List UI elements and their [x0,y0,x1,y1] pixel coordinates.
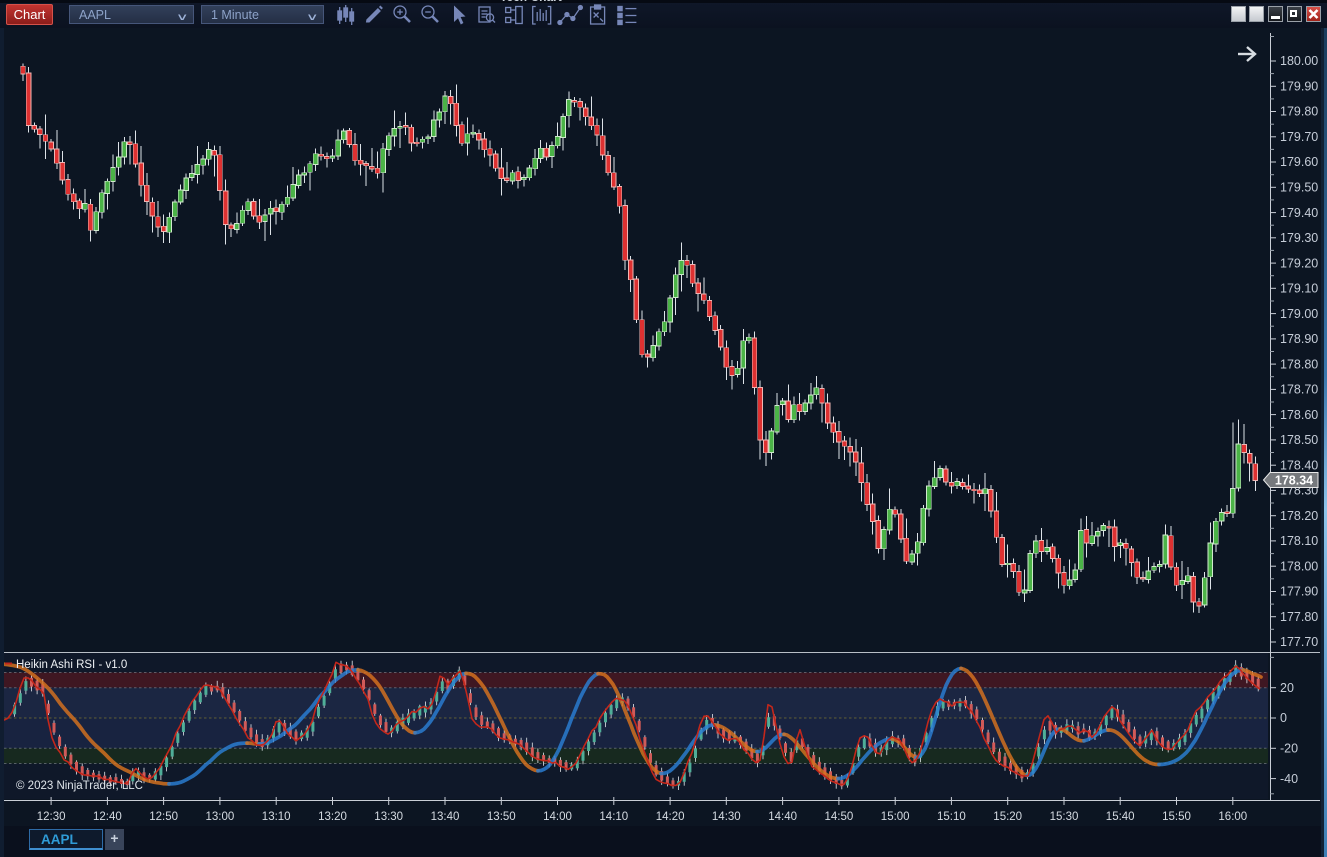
svg-text:179.00: 179.00 [1280,307,1318,321]
svg-text:15:40: 15:40 [1106,811,1135,823]
svg-text:13:30: 13:30 [374,811,403,823]
svg-text:178.20: 178.20 [1280,509,1318,523]
svg-text:179.10: 179.10 [1280,282,1318,296]
svg-text:13:10: 13:10 [262,811,291,823]
svg-text:12:30: 12:30 [37,811,66,823]
svg-text:15:00: 15:00 [881,811,910,823]
svg-text:20: 20 [1280,681,1294,695]
svg-text:179.90: 179.90 [1280,80,1318,94]
svg-text:15:50: 15:50 [1162,811,1191,823]
svg-text:178.70: 178.70 [1280,383,1318,397]
svg-text:-20: -20 [1280,742,1298,756]
svg-text:179.60: 179.60 [1280,155,1318,169]
svg-text:177.70: 177.70 [1280,635,1318,649]
svg-text:13:40: 13:40 [431,811,460,823]
svg-text:179.50: 179.50 [1280,181,1318,195]
svg-text:© 2023 NinjaTrader, LLC: © 2023 NinjaTrader, LLC [16,780,143,792]
svg-text:178.00: 178.00 [1280,559,1318,573]
svg-text:15:20: 15:20 [993,811,1022,823]
svg-text:-40: -40 [1280,772,1298,786]
svg-text:179.20: 179.20 [1280,256,1318,270]
svg-text:16:00: 16:00 [1218,811,1247,823]
svg-text:178.80: 178.80 [1280,357,1318,371]
svg-text:178.60: 178.60 [1280,408,1318,422]
svg-text:179.80: 179.80 [1280,105,1318,119]
svg-text:179.70: 179.70 [1280,130,1318,144]
svg-text:178.10: 178.10 [1280,534,1318,548]
svg-text:14:10: 14:10 [599,811,628,823]
svg-text:0: 0 [1280,711,1287,725]
svg-text:14:00: 14:00 [543,811,572,823]
svg-text:178.40: 178.40 [1280,458,1318,472]
svg-text:13:50: 13:50 [487,811,516,823]
svg-text:Heikin Ashi RSI - v1.0: Heikin Ashi RSI - v1.0 [16,659,127,671]
svg-text:14:30: 14:30 [712,811,741,823]
svg-text:13:20: 13:20 [318,811,347,823]
svg-text:12:40: 12:40 [93,811,122,823]
svg-text:13:00: 13:00 [206,811,235,823]
svg-text:180.00: 180.00 [1280,54,1318,68]
svg-text:15:30: 15:30 [1050,811,1079,823]
svg-text:178.34: 178.34 [1275,474,1313,488]
svg-text:178.90: 178.90 [1280,332,1318,346]
svg-text:178.50: 178.50 [1280,433,1318,447]
svg-text:14:40: 14:40 [768,811,797,823]
svg-text:177.90: 177.90 [1280,585,1318,599]
svg-text:14:20: 14:20 [656,811,685,823]
svg-text:179.40: 179.40 [1280,206,1318,220]
svg-text:12:50: 12:50 [149,811,178,823]
svg-text:15:10: 15:10 [937,811,966,823]
svg-text:179.30: 179.30 [1280,231,1318,245]
svg-text:177.80: 177.80 [1280,610,1318,624]
svg-text:14:50: 14:50 [825,811,854,823]
